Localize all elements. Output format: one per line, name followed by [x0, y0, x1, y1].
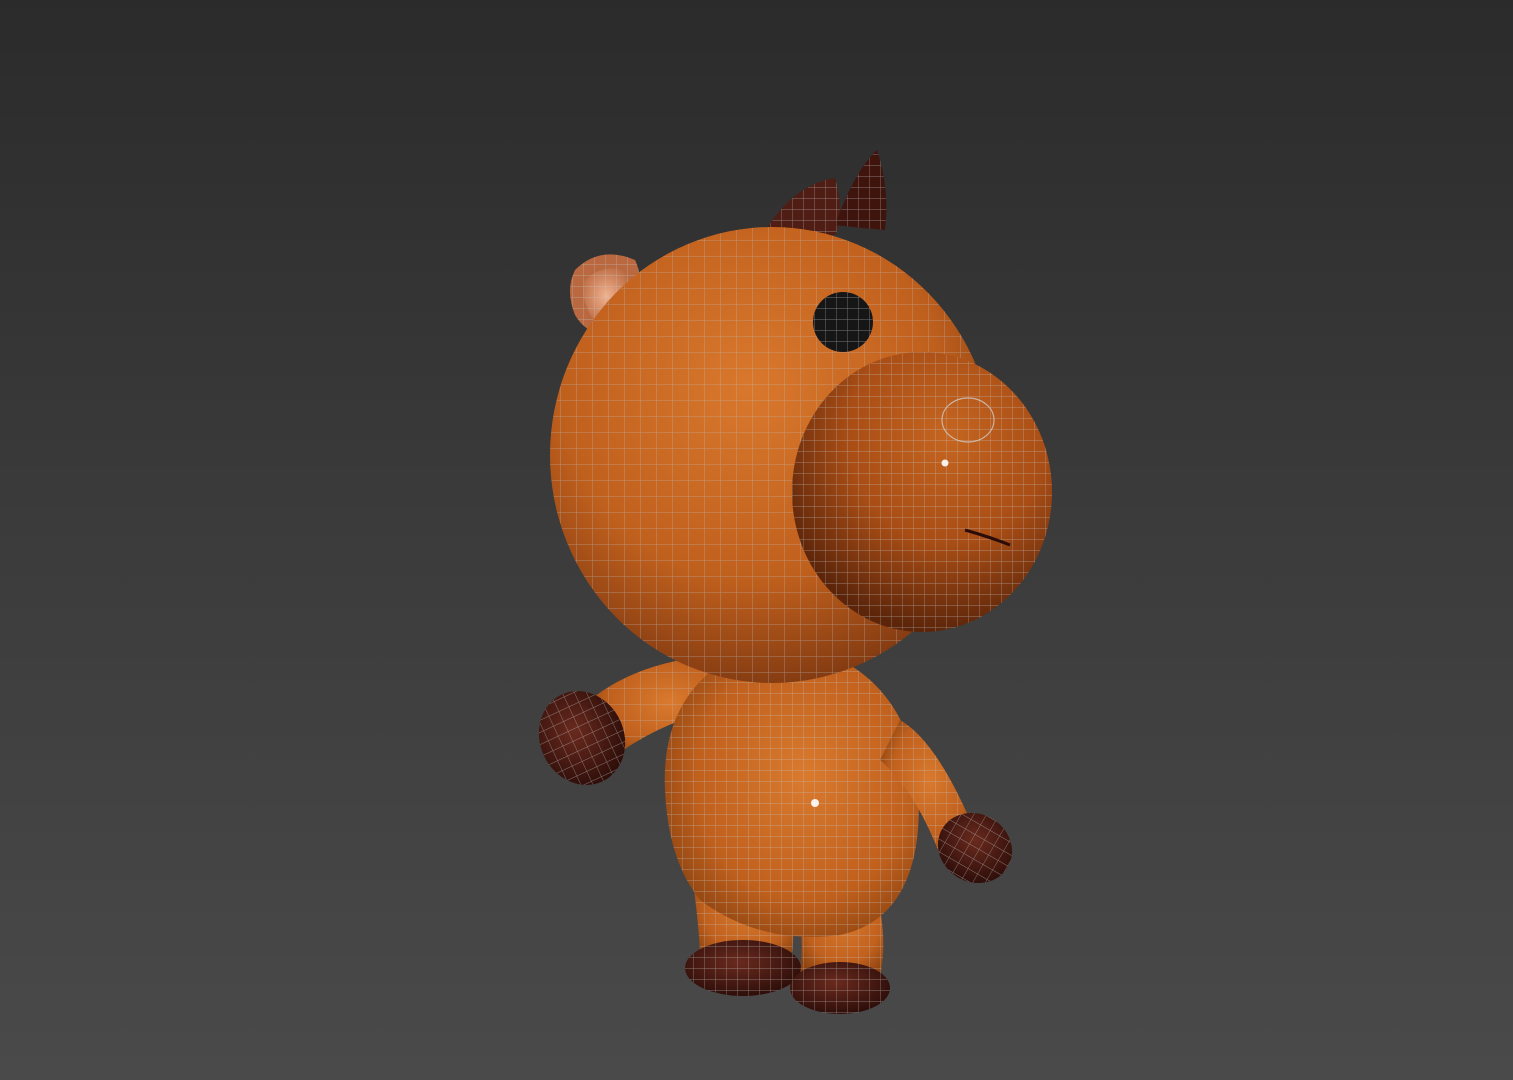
torso[interactable] — [664, 646, 919, 937]
snout[interactable] — [792, 352, 1052, 632]
model-scene[interactable] — [0, 0, 1513, 1080]
3d-viewport[interactable] — [0, 0, 1513, 1080]
